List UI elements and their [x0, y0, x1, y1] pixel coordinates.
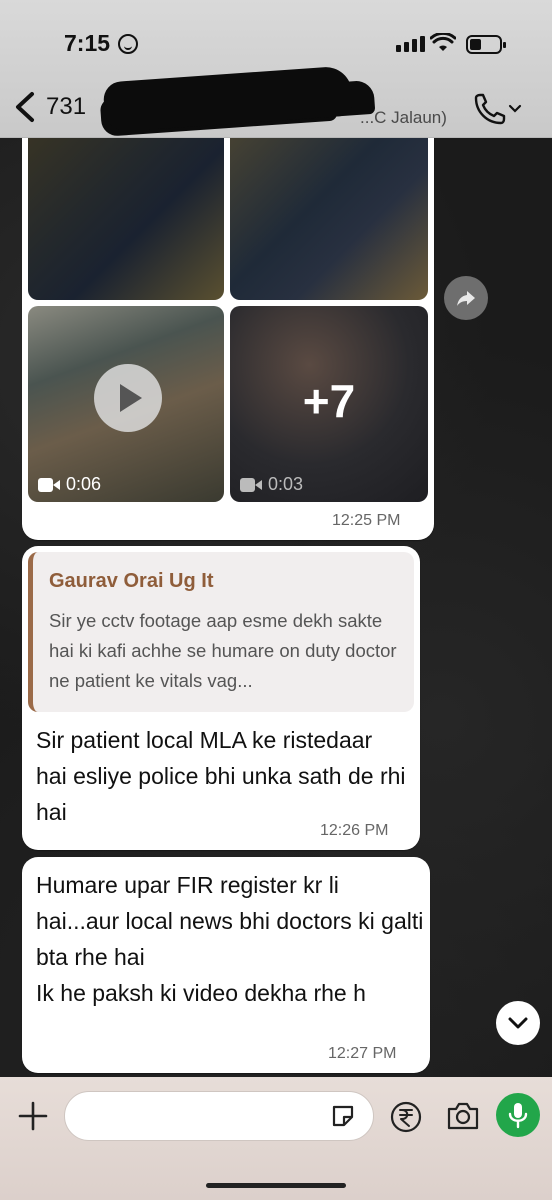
quoted-message[interactable]: Gaurav Orai Ug It Sir ye cctv footage aa…: [28, 552, 414, 712]
forward-icon: [457, 291, 475, 306]
message-bubble[interactable]: Humare upar FIR register kr li hai...aur…: [22, 857, 430, 1073]
contact-subtitle[interactable]: ...C Jalaun): [360, 108, 447, 128]
message-timestamp: 12:27 PM: [328, 1045, 397, 1062]
smiley-icon: [118, 34, 138, 54]
media-album-bubble[interactable]: 0:06 +7 0:03 12:25 PM: [22, 110, 434, 540]
video-thumbnail[interactable]: 0:06: [28, 306, 224, 502]
sticker-icon[interactable]: [330, 1103, 356, 1129]
video-camera-icon: [38, 477, 60, 492]
signal-icon: [396, 36, 425, 52]
photo-thumbnail[interactable]: [230, 116, 428, 300]
message-text: Ik he paksh ki video dekha rhe h: [36, 980, 366, 1006]
chat-header: 7:15 731 ...C Jalaun): [0, 0, 552, 138]
more-media-count: +7: [302, 375, 356, 427]
wifi-icon: [430, 33, 456, 51]
phone-call-icon[interactable]: [470, 92, 522, 126]
home-indicator: [206, 1183, 346, 1188]
forward-button[interactable]: [444, 276, 488, 320]
chevron-down-icon: [508, 1017, 528, 1029]
rupee-payment-icon[interactable]: [390, 1101, 422, 1133]
message-input[interactable]: [64, 1091, 374, 1141]
video-camera-icon: [240, 477, 262, 492]
photo-thumbnail[interactable]: [28, 116, 224, 300]
battery-icon: [466, 35, 506, 54]
message-timestamp: 12:25 PM: [332, 512, 401, 529]
reply-message-bubble[interactable]: Gaurav Orai Ug It Sir ye cctv footage aa…: [22, 546, 420, 850]
video-duration: 0:06: [38, 474, 101, 495]
microphone-button[interactable]: [496, 1093, 540, 1137]
quoted-author: Gaurav Orai Ug It: [49, 570, 214, 592]
video-thumbnail-more[interactable]: +7 0:03: [230, 306, 428, 502]
message-text: Sir patient local MLA ke ristedaar hai e…: [36, 727, 406, 825]
back-chevron-icon[interactable]: [10, 90, 40, 124]
status-time: 7:15: [64, 30, 111, 56]
scroll-to-bottom-button[interactable]: [496, 1001, 540, 1045]
contact-name[interactable]: 731: [46, 93, 86, 121]
quoted-text: Sir ye cctv footage aap esme dekh sakte …: [49, 610, 397, 691]
microphone-icon: [508, 1103, 528, 1129]
plus-icon[interactable]: [18, 1101, 48, 1131]
composer-bar: [0, 1077, 552, 1200]
camera-icon[interactable]: [446, 1101, 480, 1131]
redaction-scribble: [102, 65, 354, 133]
play-icon[interactable]: [94, 364, 162, 432]
video-duration: 0:03: [240, 474, 303, 495]
message-timestamp: 12:26 PM: [320, 822, 389, 839]
message-text: Humare upar FIR register kr li hai...aur…: [36, 872, 424, 970]
